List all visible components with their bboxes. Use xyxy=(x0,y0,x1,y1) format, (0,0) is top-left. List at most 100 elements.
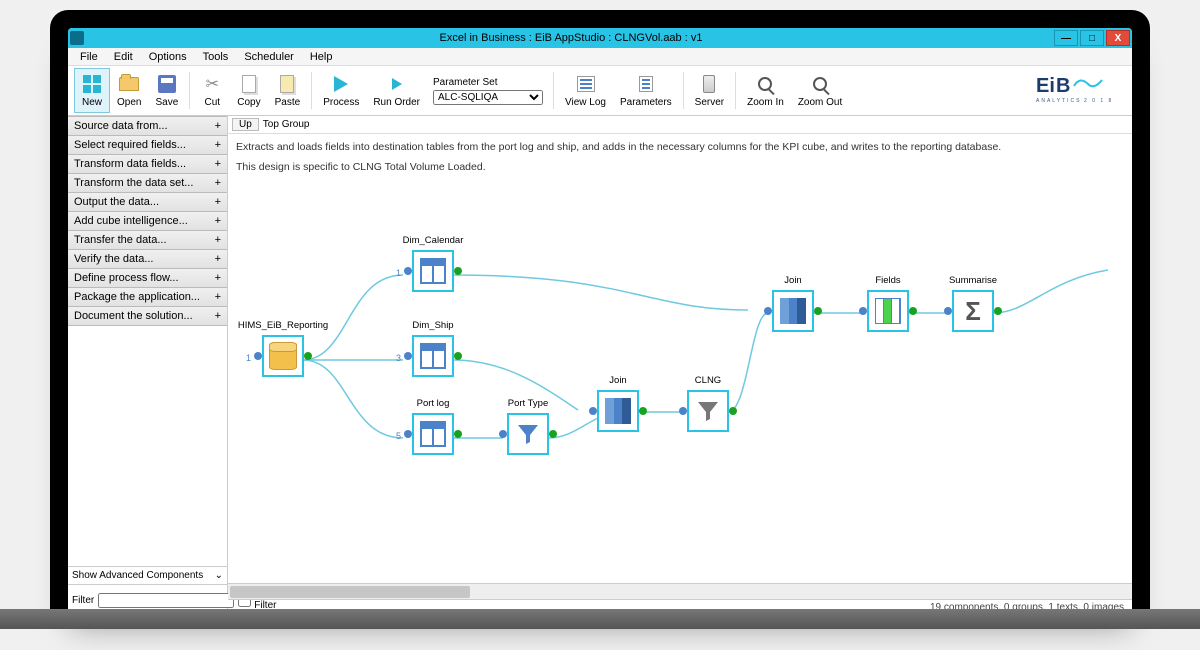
scissors-icon: ✂ xyxy=(201,73,223,95)
node-source[interactable]: HIMS_EiB_Reporting 1 xyxy=(258,320,308,377)
sidebar-item-select[interactable]: Select required fields...+ xyxy=(68,136,227,155)
node-clng[interactable]: CLNG xyxy=(683,375,733,432)
copy-label: Copy xyxy=(237,97,260,108)
new-icon xyxy=(81,73,103,95)
paramset-label: Parameter Set xyxy=(433,77,543,88)
save-button[interactable]: Save xyxy=(148,68,185,113)
node-porttype[interactable]: Port Type xyxy=(503,398,553,455)
node-fields[interactable]: Fields xyxy=(863,275,913,332)
crumb-top[interactable]: Top Group xyxy=(263,119,310,130)
new-label: New xyxy=(82,97,102,108)
menu-scheduler[interactable]: Scheduler xyxy=(236,49,302,65)
join-icon xyxy=(605,398,631,424)
zoomout-label: Zoom Out xyxy=(798,97,842,108)
paste-button[interactable]: Paste xyxy=(268,68,308,113)
menu-help[interactable]: Help xyxy=(302,49,341,65)
sidebar-item-fields[interactable]: Transform data fields...+ xyxy=(68,155,227,174)
process-label: Process xyxy=(323,97,359,108)
open-button[interactable]: Open xyxy=(110,68,148,113)
zoomin-icon xyxy=(754,73,776,95)
zoomout-button[interactable]: Zoom Out xyxy=(791,68,849,113)
save-icon xyxy=(156,73,178,95)
canvas-area: Up Top Group Extracts and loads fields i… xyxy=(228,116,1132,615)
svg-text:2 0 1 8: 2 0 1 8 xyxy=(1084,98,1113,104)
node-calendar-label: Dim_Calendar xyxy=(403,235,464,246)
up-button[interactable]: Up xyxy=(232,118,259,131)
app-icon xyxy=(70,31,84,45)
join-icon xyxy=(780,298,806,324)
node-join1-label: Join xyxy=(609,375,626,386)
sidebar-item-flow[interactable]: Define process flow...+ xyxy=(68,269,227,288)
zoomin-label: Zoom In xyxy=(747,97,784,108)
parameters-button[interactable]: Parameters xyxy=(613,68,679,113)
node-porttype-label: Port Type xyxy=(508,398,549,409)
sidebar-item-transfer[interactable]: Transfer the data...+ xyxy=(68,231,227,250)
sidebar-item-document[interactable]: Document the solution...+ xyxy=(68,307,227,326)
node-summarise[interactable]: Summarise Σ xyxy=(948,275,998,332)
save-label: Save xyxy=(155,97,178,108)
sidebar-item-package[interactable]: Package the application...+ xyxy=(68,288,227,307)
new-button[interactable]: New xyxy=(74,68,110,113)
server-icon xyxy=(698,73,720,95)
log-icon xyxy=(575,73,597,95)
funnel-icon xyxy=(696,399,720,423)
svg-text:B: B xyxy=(1056,75,1070,97)
app-window: Excel in Business : EiB AppStudio : CLNG… xyxy=(68,28,1132,615)
play-icon xyxy=(330,73,352,95)
copy-button[interactable]: Copy xyxy=(230,68,267,113)
funnel-icon xyxy=(516,422,540,446)
toolbar: New Open Save ✂ Cut Copy Paste Process xyxy=(68,66,1132,116)
show-advanced[interactable]: Show Advanced Components⌄ xyxy=(68,566,227,584)
node-ship[interactable]: Dim_Ship 3 xyxy=(408,320,458,377)
cut-button[interactable]: ✂ Cut xyxy=(194,68,230,113)
copy-icon xyxy=(238,73,260,95)
design-description: Extracts and loads fields into destinati… xyxy=(228,134,1132,180)
paste-label: Paste xyxy=(275,97,301,108)
component-sidebar: Source data from...+ Select required fie… xyxy=(68,116,228,615)
sidebar-item-cube[interactable]: Add cube intelligence...+ xyxy=(68,212,227,231)
node-portlog[interactable]: Port log 5 xyxy=(408,398,458,455)
sidebar-item-source[interactable]: Source data from...+ xyxy=(68,116,227,136)
breadcrumb: Up Top Group xyxy=(228,116,1132,134)
menu-tools[interactable]: Tools xyxy=(195,49,237,65)
database-icon xyxy=(269,342,297,370)
maximize-button[interactable]: □ xyxy=(1080,30,1104,46)
menu-edit[interactable]: Edit xyxy=(106,49,141,65)
server-button[interactable]: Server xyxy=(688,68,731,113)
sidebar-item-verify[interactable]: Verify the data...+ xyxy=(68,250,227,269)
menu-file[interactable]: File xyxy=(72,49,106,65)
node-source-label: HIMS_EiB_Reporting xyxy=(238,320,328,331)
zoomin-button[interactable]: Zoom In xyxy=(740,68,791,113)
viewlog-button[interactable]: View Log xyxy=(558,68,613,113)
sidebar-item-output[interactable]: Output the data...+ xyxy=(68,193,227,212)
table-icon xyxy=(420,258,446,284)
table-icon xyxy=(420,343,446,369)
viewlog-label: View Log xyxy=(565,97,606,108)
node-join1[interactable]: Join xyxy=(593,375,643,432)
parameter-set: Parameter Set ALC-SQLIQA xyxy=(427,68,549,113)
menu-bar: File Edit Options Tools Scheduler Help xyxy=(68,48,1132,66)
filter-input[interactable] xyxy=(98,593,234,608)
sigma-icon: Σ xyxy=(965,298,981,324)
cut-label: Cut xyxy=(204,97,220,108)
process-button[interactable]: Process xyxy=(316,68,366,113)
menu-options[interactable]: Options xyxy=(141,49,195,65)
node-clng-label: CLNG xyxy=(695,375,721,386)
close-button[interactable]: X xyxy=(1106,30,1130,46)
runorder-button[interactable]: Run Order xyxy=(366,68,427,113)
node-join2[interactable]: Join xyxy=(768,275,818,332)
sidebar-item-dataset[interactable]: Transform the data set...+ xyxy=(68,174,227,193)
svg-text:Ei: Ei xyxy=(1036,75,1055,97)
parameters-icon xyxy=(635,73,657,95)
filter-label: Filter xyxy=(72,595,94,606)
paramset-select[interactable]: ALC-SQLIQA xyxy=(433,90,543,105)
server-label: Server xyxy=(695,97,724,108)
horizontal-scrollbar[interactable] xyxy=(228,583,1132,599)
node-calendar[interactable]: Dim_Calendar 1 xyxy=(408,235,458,292)
node-join2-label: Join xyxy=(784,275,801,286)
fields-icon xyxy=(875,298,901,324)
minimize-button[interactable]: — xyxy=(1054,30,1078,46)
connection-wires xyxy=(228,180,1132,583)
open-label: Open xyxy=(117,97,141,108)
flow-canvas[interactable]: HIMS_EiB_Reporting 1 Dim_Calendar 1 Dim_… xyxy=(228,180,1132,583)
